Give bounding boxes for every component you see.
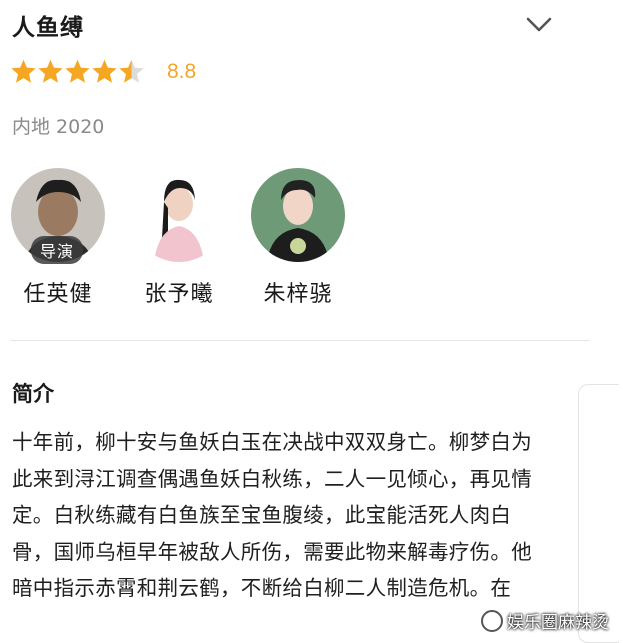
cast-member[interactable]: 张予曦 [114, 168, 244, 308]
movie-title: 人鱼缚 [12, 15, 84, 41]
watermark-text: 娱乐圈麻辣烫 [507, 613, 609, 633]
star-icon [119, 59, 144, 83]
avatar [132, 168, 226, 262]
cast-name: 朱梓骁 [263, 282, 333, 307]
cast-member[interactable]: 朱梓骁 [233, 168, 363, 308]
synopsis-line: 暗中指示赤霄和荆云鹤，不断给白柳二人制造危机。在 [12, 576, 512, 600]
rating-score: 8.8 [167, 59, 197, 83]
divider [10, 340, 590, 341]
synopsis-line: 定。白秋练藏有白鱼族至宝鱼腹绫，此宝能活死人肉白 [12, 503, 512, 527]
synopsis-line: 骨，国师乌桓早年被敌人所伤，需要此物来解毒疗伤。他 [12, 539, 532, 564]
synopsis-heading: 简介 [12, 382, 54, 406]
side-card[interactable] [578, 384, 619, 643]
watermark-logo-icon [481, 609, 503, 632]
star-icon [92, 59, 117, 83]
region-year: 内地 2020 [12, 116, 105, 138]
star-icon [38, 59, 63, 83]
star-rating [10, 58, 145, 85]
synopsis-line: 此来到浔江调查偶遇鱼妖白秋练，二人一见倾心，再见情 [12, 466, 532, 491]
cast-name: 任英健 [23, 282, 93, 307]
synopsis-text: 十年前，柳十安与鱼妖白玉在决战中双双身亡。柳梦白为 此来到浔江调查偶遇鱼妖白秋练… [12, 424, 560, 607]
director-badge: 导演 [31, 236, 84, 264]
synopsis-line: 十年前，柳十安与鱼妖白玉在决战中双双身亡。柳梦白为 [12, 430, 532, 454]
star-icon [65, 59, 90, 83]
rating-row: 8.8 [10, 58, 196, 85]
star-icon [11, 59, 36, 83]
cast-list: 导演 任英健 张予曦 朱梓骁 [0, 168, 623, 318]
cast-name: 张予曦 [144, 282, 214, 307]
chevron-down-icon[interactable] [524, 12, 554, 36]
watermark: 娱乐圈麻辣烫 [481, 608, 609, 633]
cast-member-director[interactable]: 导演 任英健 [0, 168, 123, 308]
avatar [251, 168, 345, 262]
